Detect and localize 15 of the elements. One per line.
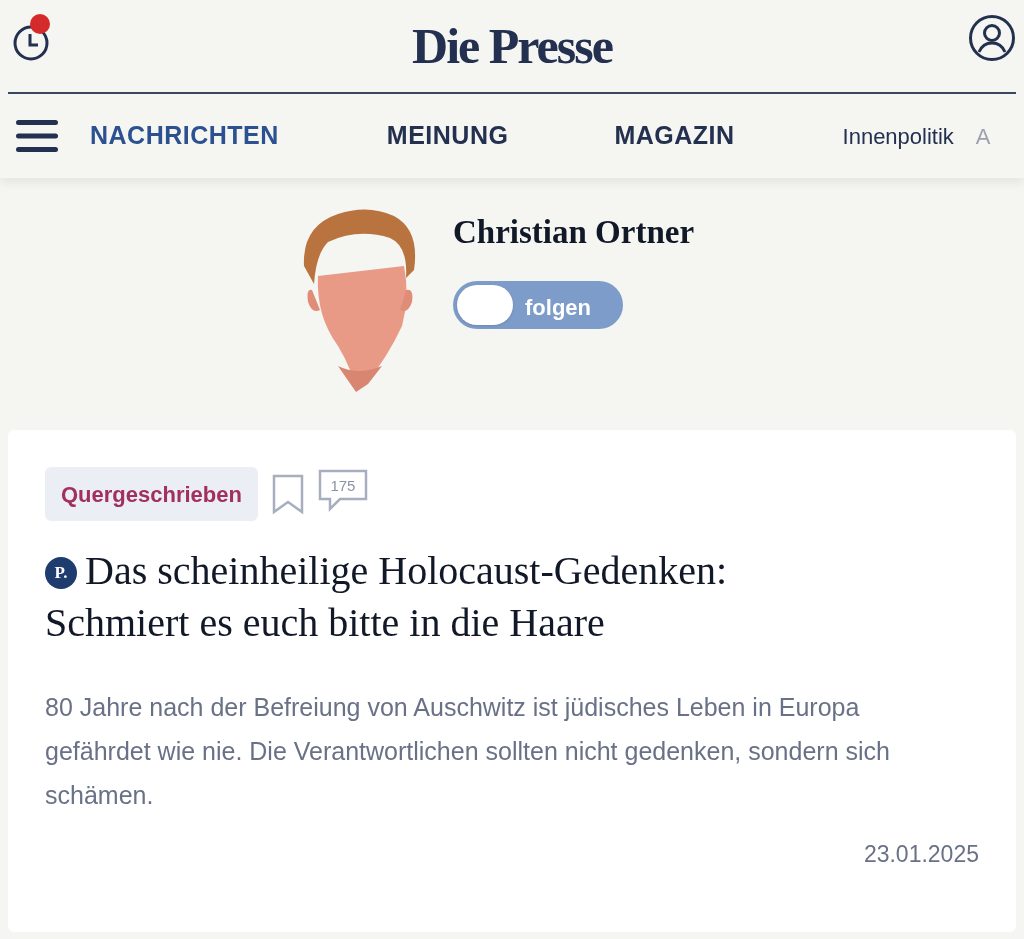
clock-icon[interactable] bbox=[12, 24, 50, 62]
nav-link[interactable]: MEINUNG bbox=[386, 117, 509, 155]
site-logo[interactable]: Die Presse bbox=[412, 21, 612, 71]
publish-date: 23.01.2025 bbox=[863, 840, 979, 869]
menu-icon[interactable] bbox=[16, 120, 58, 152]
article-headline[interactable]: P. Das scheinheilige Holocaust-Gedenken: Schmiert es euch bitte in die Haare bbox=[45, 545, 875, 649]
nav-link[interactable]: MAGAZIN bbox=[614, 117, 735, 155]
article-card[interactable] bbox=[8, 430, 1016, 932]
premium-badge: P. bbox=[45, 557, 77, 589]
article-lead: 80 Jahre nach der Befreiung von Auschwitz ist jüdisches Leben in Europa gefährdet wie nie. Die Verantwortlichen sollten nicht gedenken, sondern sich schämen. bbox=[45, 692, 891, 811]
nav-link[interactable]: NACHRICHTEN bbox=[90, 117, 279, 155]
user-icon[interactable] bbox=[968, 14, 1016, 62]
author-name[interactable]: Christian Ortner bbox=[453, 216, 695, 249]
category-tag[interactable]: Quergeschrieben bbox=[45, 467, 258, 521]
nav-link[interactable]: Innenpolitik bbox=[842, 119, 954, 153]
